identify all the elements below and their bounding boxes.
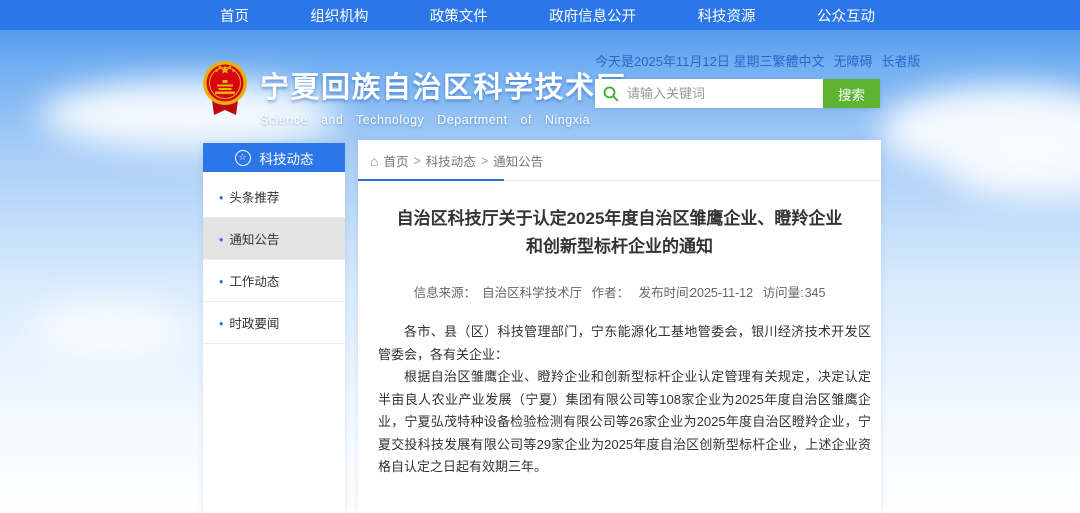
breadcrumb-sci-trends[interactable]: 科技动态: [426, 151, 476, 170]
link-senior-version[interactable]: 长者版: [882, 51, 921, 70]
star-circle-icon: ☆: [235, 150, 251, 166]
brand-text: 宁夏回族自治区科学技术厅 Science and Technology Depa…: [260, 58, 626, 127]
home-icon: ⌂: [370, 156, 378, 166]
meta-author-label: 作者：: [592, 286, 630, 300]
nav-item-policy[interactable]: 政策文件: [430, 5, 488, 26]
sidebar-item-label: 时政要闻: [229, 317, 279, 331]
bullet-icon: •: [219, 191, 223, 205]
sidebar-item-label: 通知公告: [229, 233, 279, 247]
sidebar-item-label: 头条推荐: [229, 191, 279, 205]
article-meta: 信息来源： 自治区科学技术厅 作者： 发布时间:2025-11-12 访问量:34…: [358, 282, 881, 301]
search-icon: [603, 86, 619, 102]
page: 首页 组织机构 政策文件 政府信息公开 科技资源 公众互动 宁夏回族自治区科学技…: [0, 0, 1080, 513]
nav-item-public-interaction[interactable]: 公众互动: [817, 5, 875, 26]
meta-publish-date: 2025-11-12: [690, 286, 753, 300]
breadcrumb-separator: >: [481, 154, 488, 168]
language-links: 繁體中文 无障碍 长者版: [773, 51, 921, 70]
breadcrumb-home[interactable]: 首页: [383, 151, 408, 170]
meta-views: 345: [805, 286, 826, 300]
article-body: 各市、县（区）科技管理部门，宁东能源化工基地管委会，银川经济技术开发区管委会，各…: [378, 321, 871, 479]
search-bar: 搜索: [595, 79, 880, 108]
sidebar-item-work-trends[interactable]: • 工作动态: [203, 260, 345, 302]
article-paragraph: 各市、县（区）科技管理部门，宁东能源化工基地管委会，银川经济技术开发区管委会，各…: [378, 321, 871, 366]
current-date: 今天是2025年11月12日 星期三: [595, 51, 773, 70]
utility-links-row: 今天是2025年11月12日 星期三 繁體中文 无障碍 长者版: [595, 51, 880, 70]
national-emblem-logo: [202, 58, 248, 118]
bullet-icon: •: [219, 275, 223, 289]
site-subtitle: Science and Technology Department of Nin…: [260, 113, 626, 127]
top-nav: 首页 组织机构 政策文件 政府信息公开 科技资源 公众互动: [0, 0, 1080, 30]
bullet-icon: •: [219, 317, 223, 331]
nav-item-organization[interactable]: 组织机构: [310, 5, 368, 26]
meta-source-label: 信息来源：: [414, 286, 477, 300]
sidebar-menu: • 头条推荐 • 通知公告 • 工作动态 • 时政要闻: [203, 176, 345, 344]
breadcrumb-separator: >: [413, 154, 420, 168]
article-title-line2: 和创新型标杆企业的通知: [384, 233, 855, 261]
link-traditional-chinese[interactable]: 繁體中文: [773, 51, 825, 70]
site-title: 宁夏回族自治区科学技术厅: [260, 64, 626, 106]
sidebar: ☆ 科技动态 • 头条推荐 • 通知公告 • 工作动态 • 时政要闻: [203, 143, 345, 513]
site-brand: 宁夏回族自治区科学技术厅 Science and Technology Depa…: [202, 58, 626, 127]
nav-item-gov-info[interactable]: 政府信息公开: [549, 5, 636, 26]
top-nav-items: 首页 组织机构 政策文件 政府信息公开 科技资源 公众互动: [220, 5, 875, 26]
meta-publish-label: 发布时间:: [639, 286, 692, 300]
nav-item-home[interactable]: 首页: [220, 5, 249, 26]
search-button[interactable]: 搜索: [823, 79, 880, 108]
link-accessibility[interactable]: 无障碍: [834, 51, 873, 70]
sidebar-item-politics-news[interactable]: • 时政要闻: [203, 302, 345, 344]
sidebar-item-notices[interactable]: • 通知公告: [203, 218, 345, 260]
nav-item-sci-resources[interactable]: 科技资源: [698, 5, 756, 26]
article-title-line1: 自治区科技厅关于认定2025年度自治区雏鹰企业、瞪羚企业: [384, 205, 855, 233]
main-panel: ⌂ 首页 > 科技动态 > 通知公告 自治区科技厅关于认定2025年度自治区雏鹰…: [358, 140, 881, 513]
bullet-icon: •: [219, 233, 223, 247]
breadcrumb-notices[interactable]: 通知公告: [493, 151, 543, 170]
sidebar-item-headlines[interactable]: • 头条推荐: [203, 176, 345, 218]
content-area: ☆ 科技动态 • 头条推荐 • 通知公告 • 工作动态 • 时政要闻 ⌂ 首页 > 科技…: [203, 140, 881, 513]
article-title: 自治区科技厅关于认定2025年度自治区雏鹰企业、瞪羚企业 和创新型标杆企业的通知: [384, 205, 855, 261]
sidebar-title: 科技动态: [260, 148, 314, 168]
cloud: [30, 300, 190, 360]
sidebar-item-label: 工作动态: [229, 275, 279, 289]
search-input[interactable]: [595, 79, 823, 108]
meta-views-label: 访问量:: [763, 286, 804, 300]
breadcrumb: ⌂ 首页 > 科技动态 > 通知公告: [358, 140, 881, 181]
article-paragraph: 根据自治区雏鹰企业、瞪羚企业和创新型标杆企业认定管理有关规定，决定认定半亩良人农…: [378, 366, 871, 479]
meta-source: 自治区科学技术厅: [482, 286, 582, 300]
sidebar-header[interactable]: ☆ 科技动态: [203, 143, 345, 172]
header-utility: 今天是2025年11月12日 星期三 繁體中文 无障碍 长者版 搜索: [595, 51, 880, 108]
